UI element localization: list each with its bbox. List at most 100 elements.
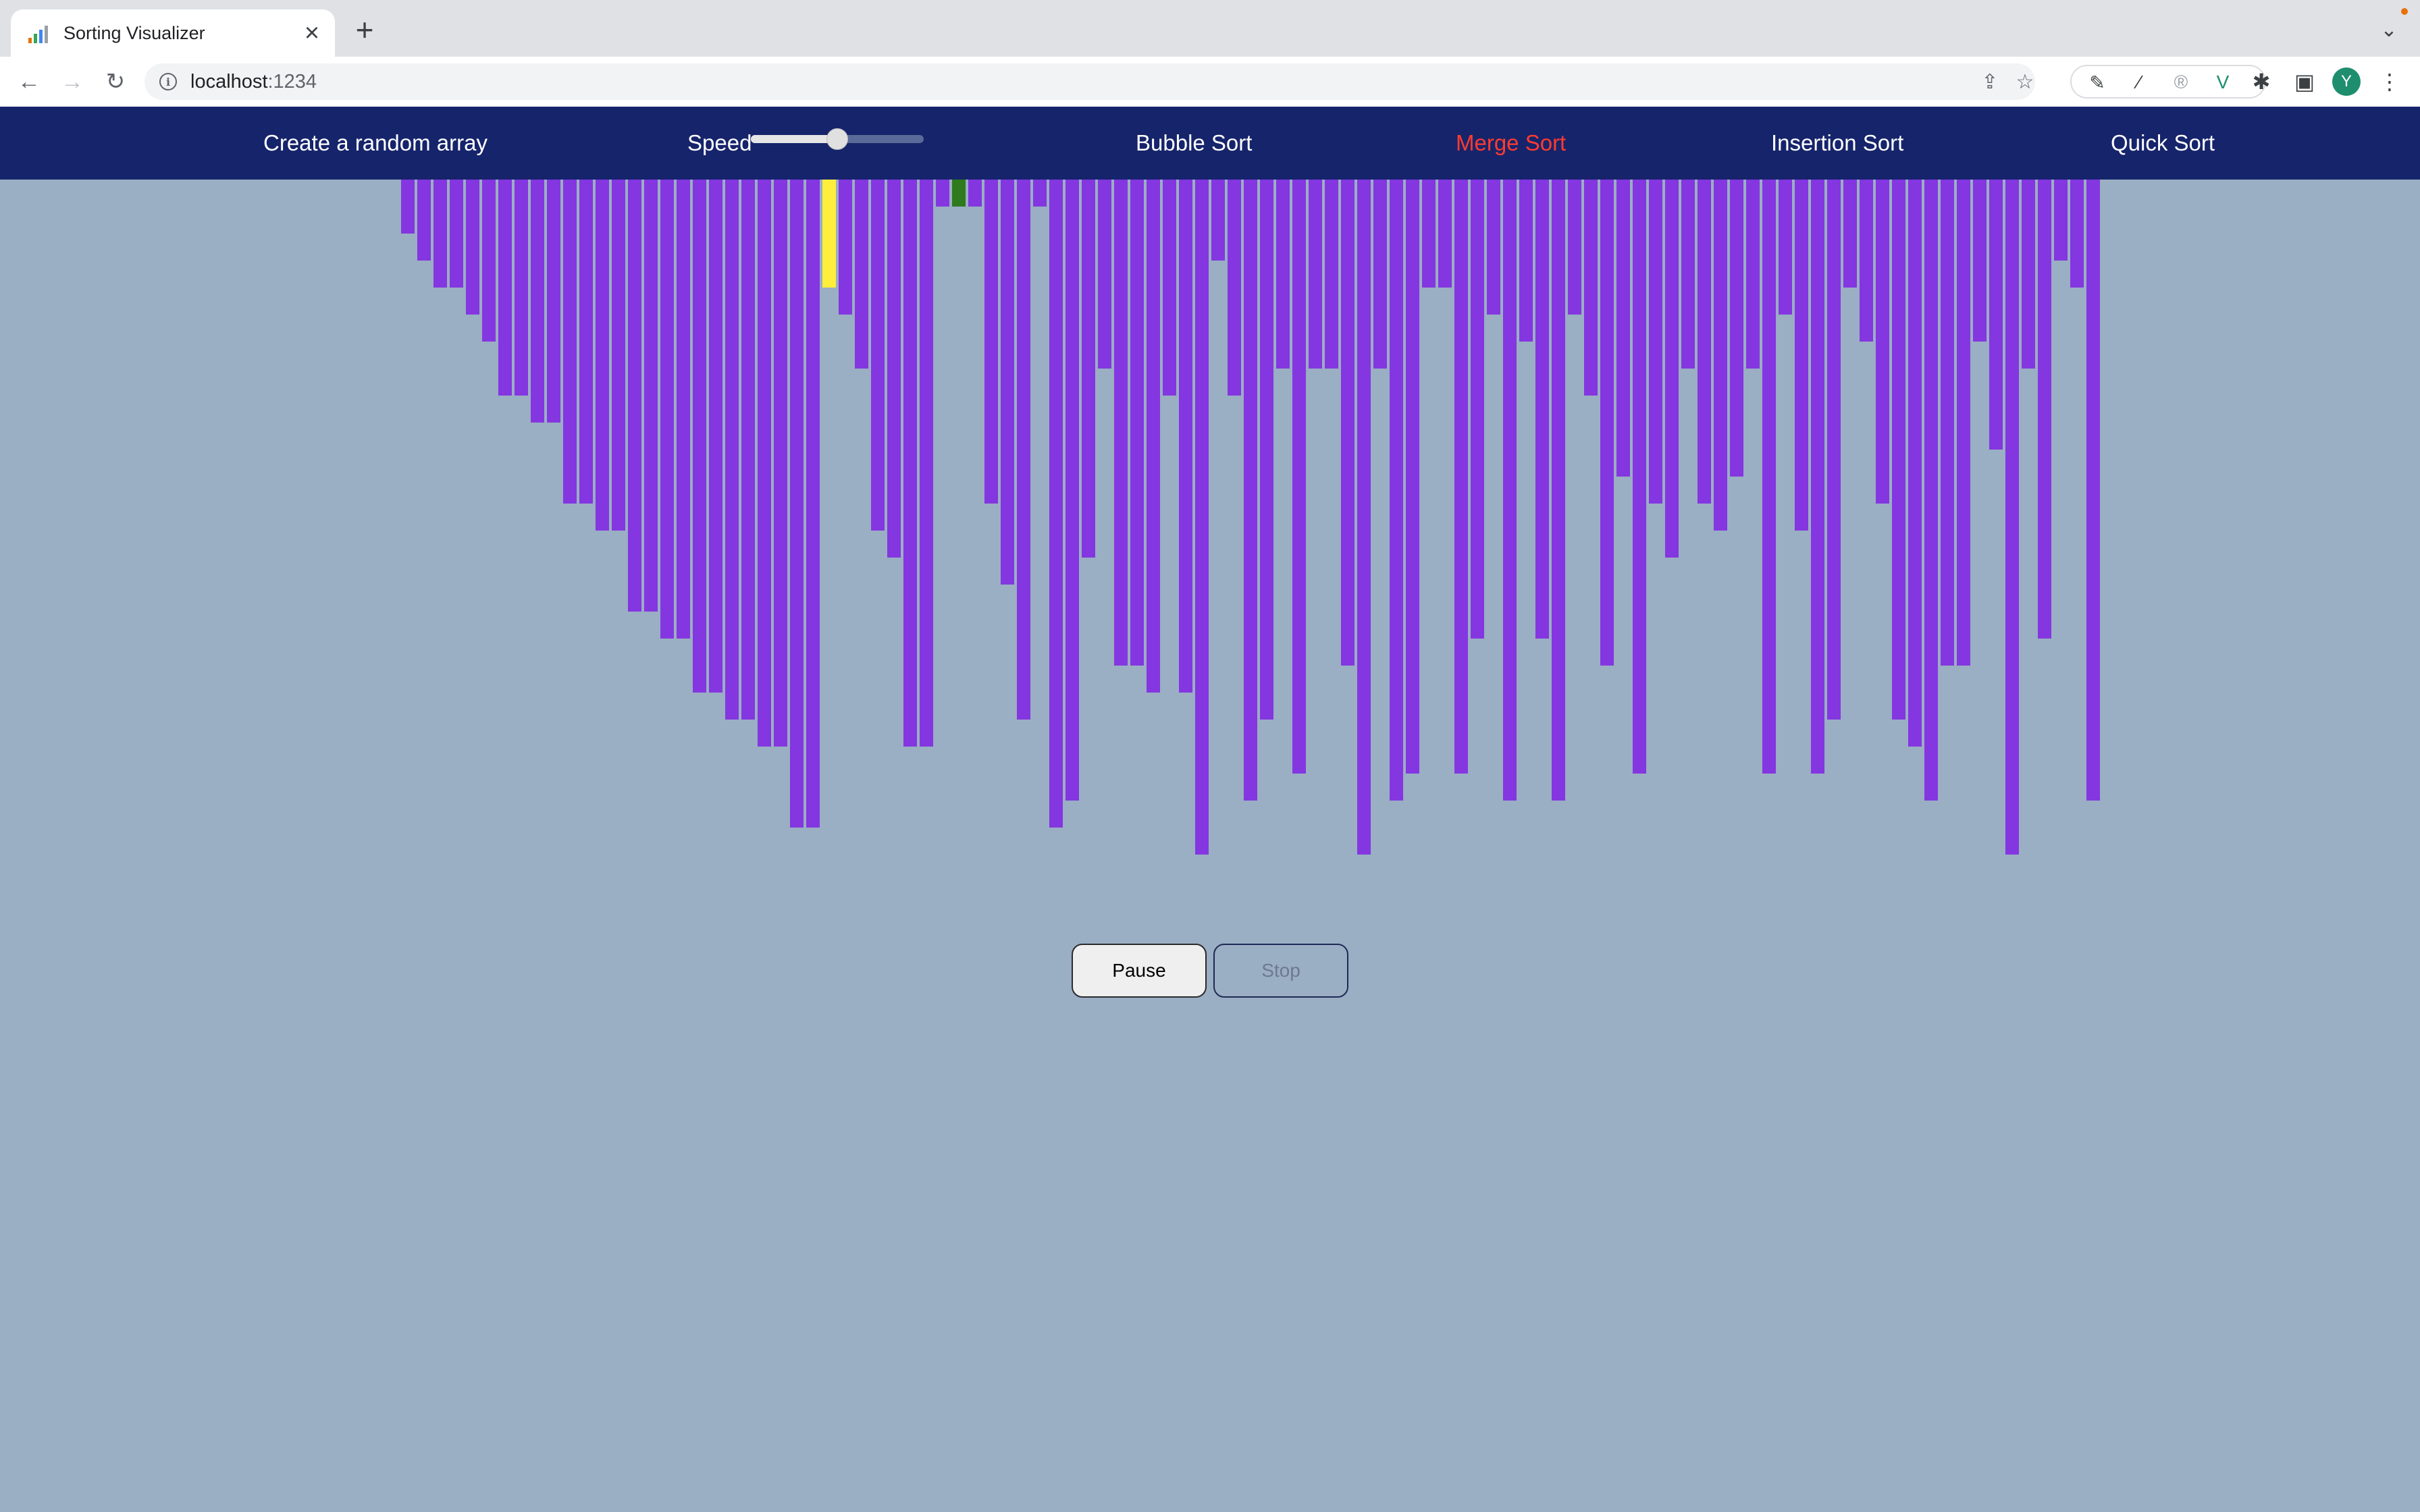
array-bar	[1779, 180, 1792, 315]
array-bar	[644, 180, 658, 612]
array-bar	[1179, 180, 1192, 693]
array-bar	[1163, 180, 1176, 396]
array-bar	[433, 180, 447, 288]
array-bar	[1714, 180, 1727, 531]
browser-tab[interactable]: Sorting Visualizer ×	[11, 9, 335, 57]
array-bar	[1033, 180, 1047, 207]
array-bar	[1941, 180, 1954, 666]
site-info-icon[interactable]: i	[159, 73, 177, 90]
array-bar	[1892, 180, 1905, 720]
array-bar	[887, 180, 901, 558]
tab-search-chevron-icon[interactable]: ⌄	[2377, 18, 2401, 42]
reload-icon[interactable]: ↻	[100, 66, 131, 97]
array-bar	[2022, 180, 2035, 369]
array-bar	[790, 180, 804, 828]
array-bar	[1924, 180, 1938, 801]
array-bar	[596, 180, 609, 531]
array-bar	[952, 180, 966, 207]
array-bar	[741, 180, 755, 720]
speed-label: Speed	[687, 130, 752, 155]
array-bar	[1746, 180, 1760, 369]
array-bar	[563, 180, 577, 504]
array-bar	[466, 180, 479, 315]
array-bar	[2086, 180, 2100, 801]
array-bar	[1260, 180, 1273, 720]
notification-dot	[2401, 8, 2408, 15]
array-bar	[1860, 180, 1873, 342]
array-bar	[936, 180, 949, 207]
array-bar	[1908, 180, 1922, 747]
array-bar	[725, 180, 739, 720]
quick-sort-button[interactable]: Quick Sort	[2111, 107, 2215, 180]
address-bar[interactable]: i localhost :1234 ⇪ ☆	[144, 63, 2035, 100]
array-bar	[1665, 180, 1679, 558]
array-bar	[1633, 180, 1646, 774]
array-bar	[1130, 180, 1144, 666]
chrome-menu-icon[interactable]: ⋮	[2374, 66, 2405, 97]
array-bar	[1876, 180, 1889, 504]
app-navbar: Create a random array Bubble Sort Merge …	[0, 107, 2420, 180]
array-bar	[1503, 180, 1517, 801]
array-bar	[1341, 180, 1354, 666]
bookmark-star-icon[interactable]: ☆	[2012, 69, 2038, 94]
array-bar	[660, 180, 674, 639]
tab-close-icon[interactable]: ×	[298, 19, 325, 47]
forward-icon[interactable]: →	[57, 66, 88, 97]
insertion-sort-button[interactable]: Insertion Sort	[1771, 107, 1903, 180]
array-bar	[450, 180, 463, 288]
new-tab-button[interactable]: +	[350, 12, 379, 47]
array-bar	[1325, 180, 1338, 369]
array-bar	[482, 180, 496, 342]
speed-slider-thumb[interactable]	[826, 128, 848, 150]
array-bar	[1001, 180, 1014, 585]
array-bar	[984, 180, 998, 504]
share-icon[interactable]: ⇪	[1977, 69, 2003, 94]
array-bar	[1357, 180, 1371, 855]
array-bar	[1114, 180, 1128, 666]
array-bar	[1373, 180, 1387, 369]
array-bar	[1066, 180, 1079, 801]
side-panel-icon[interactable]: ▣	[2289, 66, 2320, 97]
array-bar	[515, 180, 528, 396]
array-bar	[758, 180, 771, 747]
array-bar	[1730, 180, 1743, 477]
bubble-sort-button[interactable]: Bubble Sort	[1136, 107, 1252, 180]
tab-title: Sorting Visualizer	[63, 22, 205, 43]
browser-toolbar: ← → ↻ i localhost :1234 ⇪ ☆ ✎ ⁄ ® V ✱ ▣ …	[0, 57, 2420, 108]
vue-devtools-extension-icon[interactable]: V	[2211, 70, 2235, 94]
r-extension-icon[interactable]: ®	[2169, 70, 2193, 94]
url-port: :1234	[267, 70, 317, 92]
color-picker-extension-icon[interactable]: ✎	[2085, 70, 2109, 94]
profile-avatar[interactable]: Y	[2332, 68, 2361, 96]
array-bar	[1422, 180, 1436, 288]
array-bar	[1049, 180, 1063, 828]
pause-button[interactable]: Pause	[1072, 944, 1207, 998]
array-bar	[547, 180, 560, 423]
array-bar	[531, 180, 544, 423]
array-bar	[903, 180, 917, 747]
array-bar	[1568, 180, 1581, 315]
create-random-array-button[interactable]: Create a random array	[263, 107, 488, 180]
array-bar	[920, 180, 933, 747]
extensions-puzzle-icon[interactable]: ✱	[2246, 66, 2277, 97]
merge-sort-button[interactable]: Merge Sort	[1456, 107, 1566, 180]
eyedropper-extension-icon[interactable]: ⁄	[2127, 70, 2151, 94]
array-bar	[1584, 180, 1598, 396]
array-bar	[1616, 180, 1630, 477]
array-bar	[1195, 180, 1209, 855]
array-bar	[839, 180, 852, 315]
back-icon[interactable]: ←	[14, 66, 45, 97]
array-bar	[1989, 180, 2003, 450]
array-bar	[1406, 180, 1419, 774]
array-bar	[871, 180, 885, 531]
chart-favicon-icon	[28, 23, 49, 43]
array-bar	[1309, 180, 1322, 369]
array-bar	[1098, 180, 1111, 369]
array-bar	[1681, 180, 1695, 369]
speed-slider-fill	[751, 135, 837, 143]
array-bar	[2070, 180, 2084, 288]
array-bar	[1795, 180, 1808, 531]
array-bar	[1438, 180, 1452, 288]
array-bar	[1698, 180, 1711, 504]
stop-button[interactable]: Stop	[1213, 944, 1348, 998]
